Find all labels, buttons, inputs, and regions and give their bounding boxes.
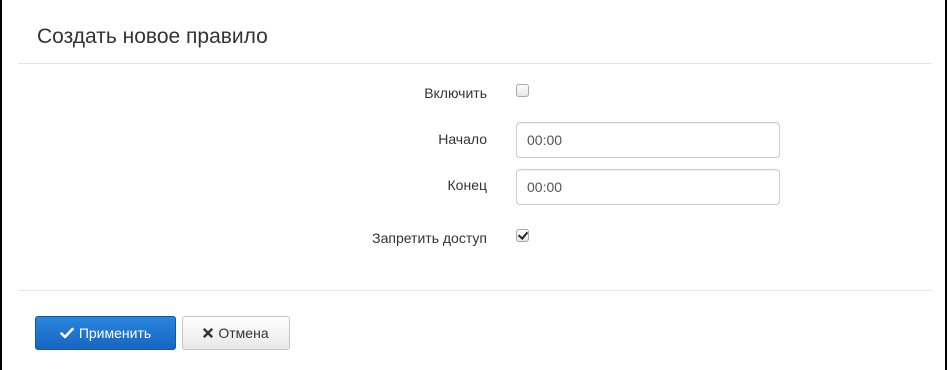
title-divider [18, 63, 931, 64]
enable-checkbox[interactable] [516, 84, 529, 97]
footer-divider [18, 290, 931, 291]
cancel-button-label: Отмена [218, 325, 269, 341]
enable-label: Включить [424, 85, 487, 101]
close-icon [203, 328, 214, 338]
deny-access-checkbox[interactable] [516, 229, 529, 242]
apply-button[interactable]: Применить [35, 316, 176, 350]
cancel-button[interactable]: Отмена [182, 316, 290, 350]
page-title: Создать новое правило [37, 25, 268, 48]
panel-frame: Создать новое правило Включить Начало Ко… [0, 0, 947, 370]
start-time-input[interactable] [516, 122, 780, 158]
start-label: Начало [438, 131, 487, 147]
apply-button-label: Применить [78, 325, 152, 341]
check-icon [60, 327, 74, 339]
end-label: Конец [447, 177, 487, 193]
end-time-input[interactable] [516, 169, 780, 205]
deny-access-label: Запретить доступ [372, 230, 487, 246]
